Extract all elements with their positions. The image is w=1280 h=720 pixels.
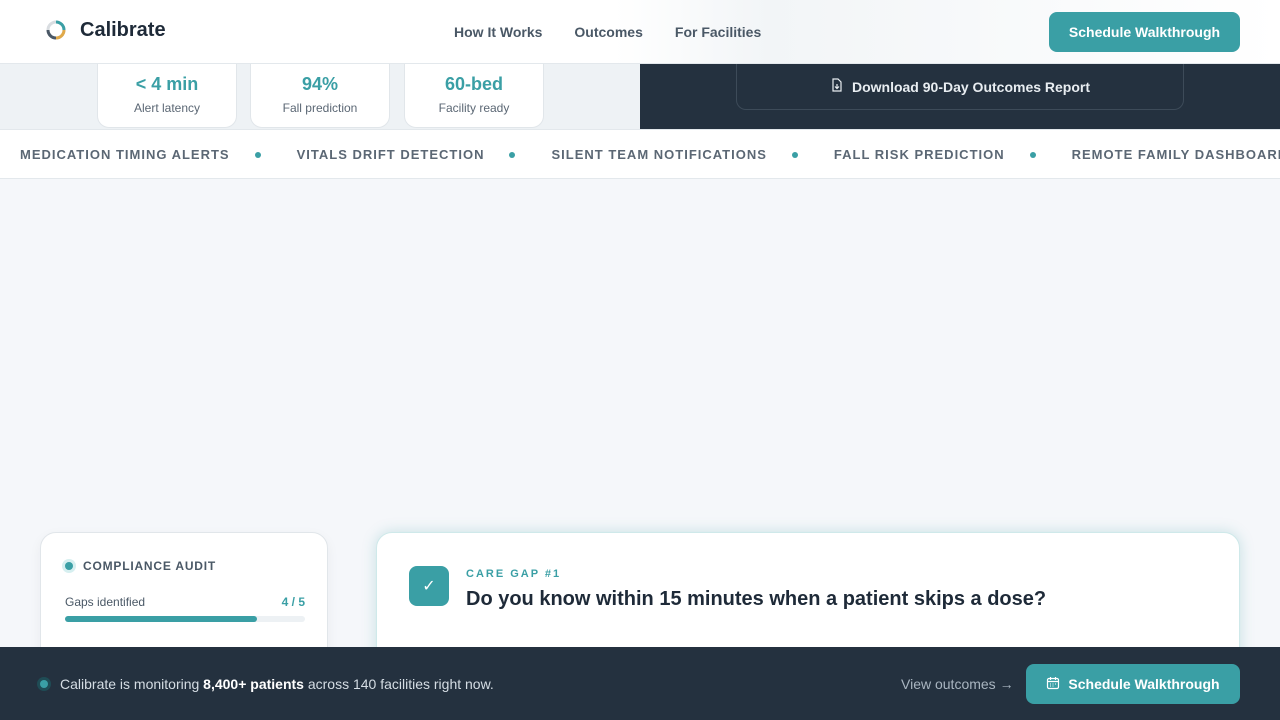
ticker-item: REMOTE FAMILY DASHBOARD xyxy=(1071,147,1280,162)
stat-value: 94% xyxy=(301,74,339,94)
top-navbar: Calibrate How It Works Outcomes For Faci… xyxy=(0,0,1280,64)
ticker-item: VITALS DRIFT DETECTION xyxy=(296,147,485,162)
ticker-separator-dot xyxy=(1029,151,1036,158)
status-dot-icon xyxy=(65,562,73,570)
stat-label: Fall prediction xyxy=(282,101,358,115)
ticker-item: SILENT TEAM NOTIFICATIONS xyxy=(551,147,767,162)
audit-count: 4 / 5 xyxy=(281,595,305,609)
audit-header: COMPLIANCE AUDIT xyxy=(65,559,216,573)
ticker-item: MEDICATION TIMING ALERTS xyxy=(20,147,230,162)
ticker-item: FALL RISK PREDICTION xyxy=(833,147,1005,162)
download-report-button[interactable]: Download 90-Day Outcomes Report xyxy=(736,64,1184,110)
nav-how-it-works[interactable]: How It Works xyxy=(454,24,542,40)
patient-count: 8,400+ patients xyxy=(203,676,304,692)
nav-for-facilities[interactable]: For Facilities xyxy=(675,24,761,40)
ticker-track: MEDICATION TIMING ALERTS VITALS DRIFT DE… xyxy=(20,147,1280,162)
monitoring-status-text: Calibrate is monitoring 8,400+ patients … xyxy=(60,676,494,692)
ticker-separator-dot xyxy=(254,151,261,158)
stat-value: 60-bed xyxy=(444,74,504,94)
schedule-walkthrough-button[interactable]: Schedule Walkthrough xyxy=(1049,12,1240,52)
care-gap-question: Do you know within 15 minutes when a pat… xyxy=(466,588,1047,610)
stat-card-fall-prediction: 94% Fall prediction xyxy=(250,64,390,128)
stat-value: < 4 min xyxy=(135,74,199,94)
calendar-icon xyxy=(1046,676,1060,693)
audit-title: COMPLIANCE AUDIT xyxy=(83,559,217,573)
stat-card-latency: < 4 min Alert latency xyxy=(97,64,237,128)
file-download-icon xyxy=(830,78,844,95)
audit-row: Gaps identified 4 / 5 xyxy=(65,595,305,609)
live-indicator-icon xyxy=(40,680,48,688)
nav-outcomes[interactable]: Outcomes xyxy=(574,24,642,40)
ticker-separator-dot xyxy=(791,151,798,158)
care-gap-kicker: CARE GAP #1 xyxy=(466,568,562,580)
download-report-label: Download 90-Day Outcomes Report xyxy=(851,78,1091,95)
calibrate-logo-icon xyxy=(44,18,68,42)
schedule-walkthrough-bottom-button[interactable]: Schedule Walkthrough xyxy=(1026,664,1240,704)
stat-card-facility: 60-bed Facility ready xyxy=(404,64,544,128)
status-text-prefix: Calibrate is monitoring xyxy=(60,676,204,692)
audit-progress-fill xyxy=(65,616,257,622)
audit-row-label: Gaps identified xyxy=(65,595,146,609)
brand[interactable]: Calibrate xyxy=(44,18,166,42)
view-outcomes-link[interactable]: View outcomes → xyxy=(901,676,1014,692)
bottom-sticky-bar: Calibrate is monitoring 8,400+ patients … xyxy=(0,647,1280,720)
ticker-separator-dot xyxy=(509,151,516,158)
audit-progress-bar xyxy=(65,616,305,622)
schedule-walkthrough-label: Schedule Walkthrough xyxy=(1068,676,1220,692)
stat-label: Facility ready xyxy=(438,101,510,115)
feature-ticker: MEDICATION TIMING ALERTS VITALS DRIFT DE… xyxy=(0,129,1280,179)
stat-label: Alert latency xyxy=(133,101,201,115)
main-nav: How It Works Outcomes For Facilities xyxy=(454,24,793,40)
status-text-suffix: across 140 facilities right now. xyxy=(303,676,494,692)
checkmark-icon: ✓ xyxy=(409,566,449,606)
brand-name: Calibrate xyxy=(80,18,166,41)
